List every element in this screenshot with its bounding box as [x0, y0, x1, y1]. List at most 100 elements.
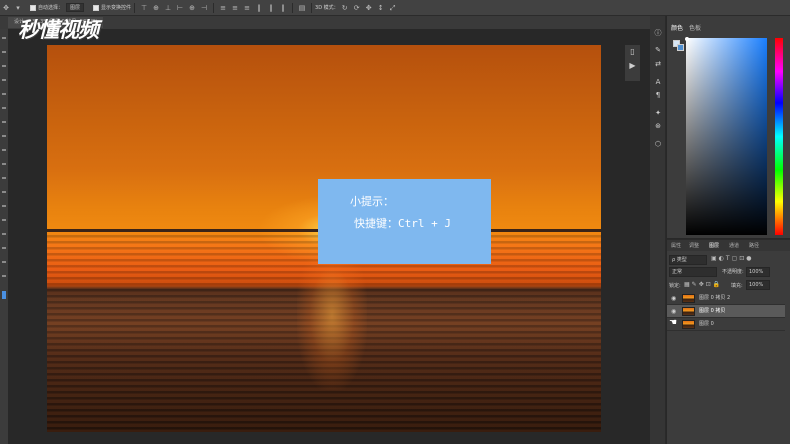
clone-source-icon[interactable]: ✦	[653, 109, 663, 117]
layer-thumbnail	[682, 294, 695, 303]
show-transform-checkbox[interactable]	[93, 4, 100, 11]
tool-button[interactable]	[2, 93, 6, 95]
panel-icon-strip: ⓘ ✎ ⇄ A ¶ ✦ ⊛ ⬡	[650, 16, 666, 444]
3d-scale-icon[interactable]: ⤢	[389, 4, 397, 12]
paragraph-icon[interactable]: ¶	[653, 91, 663, 99]
blend-mode-dropdown[interactable]: 正常	[669, 267, 717, 277]
3d-slide-icon[interactable]: ↕	[377, 4, 385, 12]
distribute-bottom-icon[interactable]: ≡	[243, 4, 251, 12]
layer-row[interactable]: ◉ 图层 0 拷贝 2	[667, 292, 785, 305]
layer-filter-dropdown[interactable]: ρ 类型	[669, 255, 707, 265]
fill-field[interactable]: 100%	[746, 280, 770, 290]
3d-pan-icon[interactable]: ✥	[365, 4, 373, 12]
move-tool-icon[interactable]: ✥	[2, 4, 10, 12]
tool-button[interactable]	[2, 205, 6, 207]
align-bottom-icon[interactable]: ⊥	[164, 4, 172, 12]
align-hcenter-icon[interactable]: ⊕	[188, 4, 196, 12]
color-picker-marker[interactable]	[685, 37, 689, 41]
auto-select-dropdown[interactable]: 图层	[66, 3, 85, 12]
hand-cursor-icon: ☚	[669, 318, 678, 328]
lock-icons: ▦✎✥⊡🔒	[684, 281, 722, 288]
tools-panel	[0, 29, 8, 444]
align-right-icon[interactable]: ⊣	[200, 4, 208, 12]
lock-label: 锁定:	[669, 283, 681, 289]
distribute-left-icon[interactable]: ‖	[255, 4, 263, 12]
filter-toggle-icon[interactable]: ●	[746, 255, 753, 262]
distribute-top-icon[interactable]: ≡	[219, 4, 227, 12]
lock-pixels-icon[interactable]: ▦	[684, 281, 692, 288]
watermark-logo: 秒懂视频	[18, 18, 99, 42]
hue-slider[interactable]	[775, 38, 783, 235]
filter-pixel-icon[interactable]: ▣	[711, 255, 719, 262]
3d-mode-label: 3D 模式：	[315, 5, 339, 11]
chevron-down-icon[interactable]: ▾	[14, 4, 22, 12]
tab-channels[interactable]: 通道	[729, 242, 739, 249]
tab-layers[interactable]: 图层	[709, 242, 719, 249]
tool-button[interactable]	[2, 107, 6, 109]
opacity-label: 不透明度:	[722, 269, 744, 275]
info-panel-icon[interactable]: ▯	[625, 45, 640, 59]
filter-adjust-icon[interactable]: ◐	[719, 255, 726, 262]
tool-button[interactable]	[2, 177, 6, 179]
tool-button[interactable]	[2, 121, 6, 123]
background-swatch[interactable]	[677, 44, 684, 51]
eye-icon[interactable]: ◉	[671, 292, 678, 305]
adjust-icon[interactable]: ⇄	[653, 60, 663, 68]
layer-thumbnail	[682, 320, 695, 329]
opacity-field[interactable]: 100%	[746, 267, 770, 277]
eye-icon[interactable]: ◉	[671, 305, 678, 318]
tip-title: 小提示：	[350, 195, 394, 208]
3d-roll-icon[interactable]: ⟳	[353, 4, 361, 12]
auto-select-checkbox[interactable]	[30, 4, 36, 11]
tool-button[interactable]	[2, 219, 6, 221]
divider	[292, 2, 294, 13]
divider	[213, 2, 215, 13]
tool-button[interactable]	[2, 65, 6, 67]
tab-color[interactable]: 颜色	[671, 23, 683, 32]
align-left-icon[interactable]: ⊢	[176, 4, 184, 12]
lock-artboard-icon[interactable]: ⊡	[706, 281, 713, 288]
tool-button[interactable]	[2, 135, 6, 137]
color-field[interactable]	[686, 38, 767, 235]
tool-button[interactable]	[2, 37, 6, 39]
character-icon[interactable]: A	[653, 78, 663, 86]
brush-icon[interactable]: ✎	[653, 46, 663, 54]
distribute-hcenter-icon[interactable]: ‖	[267, 4, 275, 12]
layer-row[interactable]: 图层 0	[667, 318, 785, 331]
lock-paint-icon[interactable]: ✎	[692, 281, 699, 288]
align-top-icon[interactable]: ⊤	[140, 4, 148, 12]
foreground-color-swatch[interactable]	[2, 291, 6, 299]
info-icon[interactable]: ⓘ	[653, 28, 663, 38]
layer-name: 图层 0	[699, 321, 714, 327]
divider	[311, 2, 313, 13]
play-icon[interactable]: ▶	[625, 59, 640, 73]
3d-icon[interactable]: ⬡	[653, 140, 663, 148]
3d-rotate-icon[interactable]: ↻	[341, 4, 349, 12]
tab-paths[interactable]: 路径	[749, 242, 759, 249]
tool-button[interactable]	[2, 163, 6, 165]
layer-thumbnail	[682, 307, 695, 316]
tool-button[interactable]	[2, 79, 6, 81]
divider	[134, 2, 136, 13]
tab-swatches[interactable]: 色板	[689, 23, 701, 32]
layer-row[interactable]: ◉ 图层 0 拷贝	[667, 305, 785, 318]
tool-button[interactable]	[2, 261, 6, 263]
tool-button[interactable]	[2, 51, 6, 53]
tab-adjustments[interactable]: 调整	[689, 242, 699, 249]
distribute-right-icon[interactable]: ‖	[279, 4, 287, 12]
distribute-vcenter-icon[interactable]: ≡	[231, 4, 239, 12]
filter-icons: ▣◐T▢⊡●	[711, 255, 781, 265]
tool-button[interactable]	[2, 233, 6, 235]
tool-button[interactable]	[2, 149, 6, 151]
auto-align-icon[interactable]: ▤	[298, 4, 306, 12]
align-vcenter-icon[interactable]: ⊕	[152, 4, 160, 12]
tool-button[interactable]	[2, 275, 6, 277]
show-transform-label: 显示变换控件	[101, 5, 132, 11]
lock-all-icon[interactable]: 🔒	[713, 281, 722, 288]
brush-presets-icon[interactable]: ⊛	[653, 122, 663, 130]
options-bar: ✥ ▾ 自动选择： 图层 显示变换控件 ⊤ ⊕ ⊥ ⊢ ⊕ ⊣ ≡ ≡ ≡ ‖ …	[0, 0, 790, 16]
tool-button[interactable]	[2, 247, 6, 249]
tool-button[interactable]	[2, 191, 6, 193]
lock-move-icon[interactable]: ✥	[699, 281, 706, 288]
tab-properties[interactable]: 属性	[671, 242, 681, 249]
